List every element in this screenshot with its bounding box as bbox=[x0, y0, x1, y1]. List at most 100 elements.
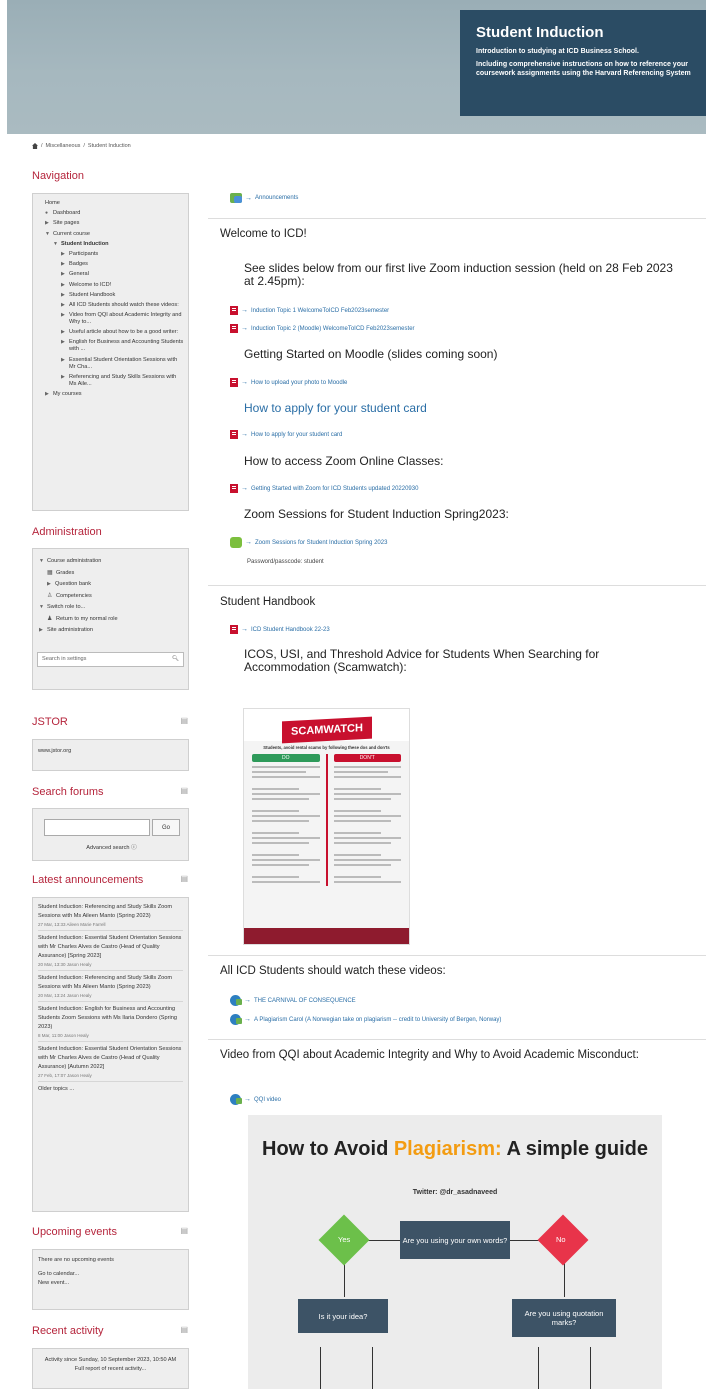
nav-item[interactable]: ▶ Useful article about how to be a good w… bbox=[37, 329, 184, 336]
nav-item[interactable]: Home bbox=[37, 200, 184, 207]
announcement-item[interactable]: Student Induction: Essential Student Ori… bbox=[38, 1045, 183, 1082]
student-card-link[interactable]: How to apply for your student card bbox=[251, 432, 342, 438]
upload-photo-link[interactable]: How to upload your photo to Moodle bbox=[251, 380, 347, 386]
breadcrumb-item-miscellaneous[interactable]: Miscellaneous bbox=[46, 143, 81, 149]
nav-item[interactable]: ▶ Participants bbox=[37, 251, 184, 258]
nav-item-label[interactable]: Current course bbox=[53, 231, 184, 238]
search-forums-input[interactable] bbox=[44, 819, 150, 836]
handbook-activity[interactable]: → ICD Student Handbook 22-23 bbox=[230, 625, 330, 634]
nav-item[interactable]: ▶ Student Handbook bbox=[37, 292, 184, 299]
jstor-link[interactable]: www.jstor.org bbox=[38, 748, 71, 754]
upload-photo-activity[interactable]: → How to upload your photo to Moodle bbox=[230, 378, 347, 387]
nav-item-label[interactable]: Useful article about how to be a good wr… bbox=[69, 329, 184, 336]
nav-item[interactable]: ▶ Essential Student Orientation Sessions … bbox=[37, 357, 184, 371]
announcement-title[interactable]: Student Induction: Essential Student Ori… bbox=[38, 934, 183, 961]
admin-item[interactable]: ▦ Grades bbox=[39, 569, 182, 577]
nav-item[interactable]: ▶ Badges bbox=[37, 261, 184, 268]
zoom-guide-link[interactable]: Getting Started with Zoom for ICD Studen… bbox=[251, 486, 418, 492]
nav-item-label[interactable]: Student Induction bbox=[61, 241, 184, 248]
admin-item-label[interactable]: Course administration bbox=[47, 557, 101, 565]
announcements-link[interactable]: Announcements bbox=[255, 195, 298, 201]
student-card-activity[interactable]: → How to apply for your student card bbox=[230, 430, 342, 439]
collapse-icon[interactable]: ▤ bbox=[180, 1325, 188, 1337]
search-icon[interactable]: 🔍︎ bbox=[172, 656, 179, 662]
nav-item[interactable]: ● Dashboard bbox=[37, 210, 184, 217]
nav-item[interactable]: ▶ Referencing and Study Skills Sessions w… bbox=[37, 374, 184, 388]
nav-item[interactable]: ▼ Student Induction bbox=[37, 241, 184, 248]
nav-item[interactable]: ▼ Current course bbox=[37, 231, 184, 238]
search-settings-input[interactable]: Search in settings 🔍︎ bbox=[37, 651, 184, 667]
nav-item-label[interactable]: Badges bbox=[69, 261, 184, 268]
qqi-video-activity[interactable]: → QQI video bbox=[230, 1094, 281, 1105]
nav-item-label[interactable]: General bbox=[69, 271, 184, 278]
advanced-search-link[interactable]: Advanced search ⓘ bbox=[33, 843, 190, 851]
video1-activity[interactable]: → THE CARNIVAL OF CONSEQUENCE bbox=[230, 995, 356, 1006]
help-icon[interactable]: ⓘ bbox=[131, 845, 137, 851]
nav-item-label[interactable]: All ICD Students should watch these vide… bbox=[69, 302, 184, 309]
nav-item-label[interactable]: Dashboard bbox=[53, 210, 184, 217]
admin-item[interactable]: ▶ Question bank bbox=[39, 580, 182, 588]
nav-item-label[interactable]: Welcome to ICD! bbox=[69, 282, 184, 289]
nav-item[interactable]: ▶ Video from QQI about Academic Integrity… bbox=[37, 312, 184, 326]
go-to-calendar-link[interactable]: Go to calendar... bbox=[38, 1270, 183, 1279]
announcement-title[interactable]: Student Induction: Essential Student Ori… bbox=[38, 1045, 183, 1072]
admin-item-label[interactable]: Grades bbox=[56, 569, 74, 577]
topic1-activity[interactable]: → Induction Topic 1 WelcomeToICD Feb2023… bbox=[230, 306, 389, 315]
older-topics-link[interactable]: Older topics ... bbox=[38, 1085, 183, 1094]
admin-item[interactable]: ♟ Return to my normal role bbox=[39, 615, 182, 623]
qqi-video-link[interactable]: QQI video bbox=[254, 1097, 281, 1103]
announcement-item[interactable]: Student Induction: English for Business … bbox=[38, 1005, 183, 1042]
full-report-link[interactable]: Full report of recent activity... bbox=[38, 1365, 183, 1374]
topic2-activity[interactable]: → Induction Topic 2 (Moodle) WelcomeToIC… bbox=[230, 324, 415, 333]
nav-item-label[interactable]: Student Handbook bbox=[69, 292, 184, 299]
announcement-item[interactable]: Student Induction: Referencing and Study… bbox=[38, 903, 183, 931]
admin-item[interactable]: ▶ Site administration bbox=[39, 626, 182, 634]
video1-link[interactable]: THE CARNIVAL OF CONSEQUENCE bbox=[254, 998, 356, 1004]
video2-activity[interactable]: → A Plagiarism Carol (A Norwegian take o… bbox=[230, 1014, 501, 1025]
announcement-item[interactable]: Student Induction: Essential Student Ori… bbox=[38, 934, 183, 971]
zoom-guide-activity[interactable]: → Getting Started with Zoom for ICD Stud… bbox=[230, 484, 418, 493]
nav-item[interactable]: ▶ Site pages bbox=[37, 220, 184, 227]
nav-item-label[interactable]: Video from QQI about Academic Integrity … bbox=[69, 312, 184, 326]
nav-item-label[interactable]: English for Business and Accounting Stud… bbox=[69, 339, 184, 353]
collapse-icon[interactable]: ▤ bbox=[180, 874, 188, 886]
nav-item[interactable]: ▶ All ICD Students should watch these vid… bbox=[37, 302, 184, 309]
breadcrumb-item-current[interactable]: Student Induction bbox=[88, 143, 131, 149]
zoom-sessions-activity[interactable]: → Zoom Sessions for Student Induction Sp… bbox=[230, 537, 387, 548]
nav-item[interactable]: ▶ My courses bbox=[37, 391, 184, 398]
student-card-heading-link[interactable]: How to apply for your student card bbox=[244, 402, 427, 415]
admin-item-label[interactable]: Site administration bbox=[47, 626, 93, 634]
nav-item-label[interactable]: Site pages bbox=[53, 220, 184, 227]
video2-link[interactable]: A Plagiarism Carol (A Norwegian take on … bbox=[254, 1017, 501, 1023]
admin-item[interactable]: ♙ Competencies bbox=[39, 592, 182, 600]
admin-item-label[interactable]: Question bank bbox=[55, 580, 91, 588]
announcement-title[interactable]: Student Induction: Referencing and Study… bbox=[38, 974, 183, 992]
home-icon[interactable] bbox=[32, 143, 38, 149]
nav-item-label[interactable]: Participants bbox=[69, 251, 184, 258]
collapse-icon[interactable]: ▤ bbox=[180, 716, 188, 728]
collapse-icon[interactable]: ▤ bbox=[180, 1226, 188, 1238]
topic2-link[interactable]: Induction Topic 2 (Moodle) WelcomeToICD … bbox=[251, 326, 415, 332]
go-button[interactable]: Go bbox=[152, 819, 180, 836]
admin-item[interactable]: ▼ Switch role to... bbox=[39, 603, 182, 611]
zoom-sessions-link[interactable]: Zoom Sessions for Student Induction Spri… bbox=[255, 540, 387, 546]
nav-item[interactable]: ▶ English for Business and Accounting Stu… bbox=[37, 339, 184, 353]
admin-item[interactable]: ▼ Course administration bbox=[39, 557, 182, 565]
topic1-link[interactable]: Induction Topic 1 WelcomeToICD Feb2023se… bbox=[251, 308, 389, 314]
nav-item-label[interactable]: Essential Student Orientation Sessions w… bbox=[69, 357, 184, 371]
nav-item-label[interactable]: My courses bbox=[53, 391, 184, 398]
announcement-title[interactable]: Student Induction: Referencing and Study… bbox=[38, 903, 183, 921]
handbook-link[interactable]: ICD Student Handbook 22-23 bbox=[251, 627, 330, 633]
announcements-activity[interactable]: → Announcements bbox=[230, 193, 298, 203]
nav-item-label[interactable]: Home bbox=[45, 200, 184, 207]
collapse-icon[interactable]: ▤ bbox=[180, 786, 188, 798]
announcement-title[interactable]: Student Induction: English for Business … bbox=[38, 1005, 183, 1032]
nav-item[interactable]: ▶ Welcome to ICD! bbox=[37, 282, 184, 289]
nav-item[interactable]: ▶ General bbox=[37, 271, 184, 278]
nav-item-label[interactable]: Referencing and Study Skills Sessions wi… bbox=[69, 374, 184, 388]
admin-item-label[interactable]: Competencies bbox=[56, 592, 92, 600]
announcement-item[interactable]: Student Induction: Referencing and Study… bbox=[38, 974, 183, 1002]
admin-item-label[interactable]: Switch role to... bbox=[47, 603, 85, 611]
admin-item-label[interactable]: Return to my normal role bbox=[56, 615, 118, 623]
new-event-link[interactable]: New event... bbox=[38, 1279, 183, 1288]
